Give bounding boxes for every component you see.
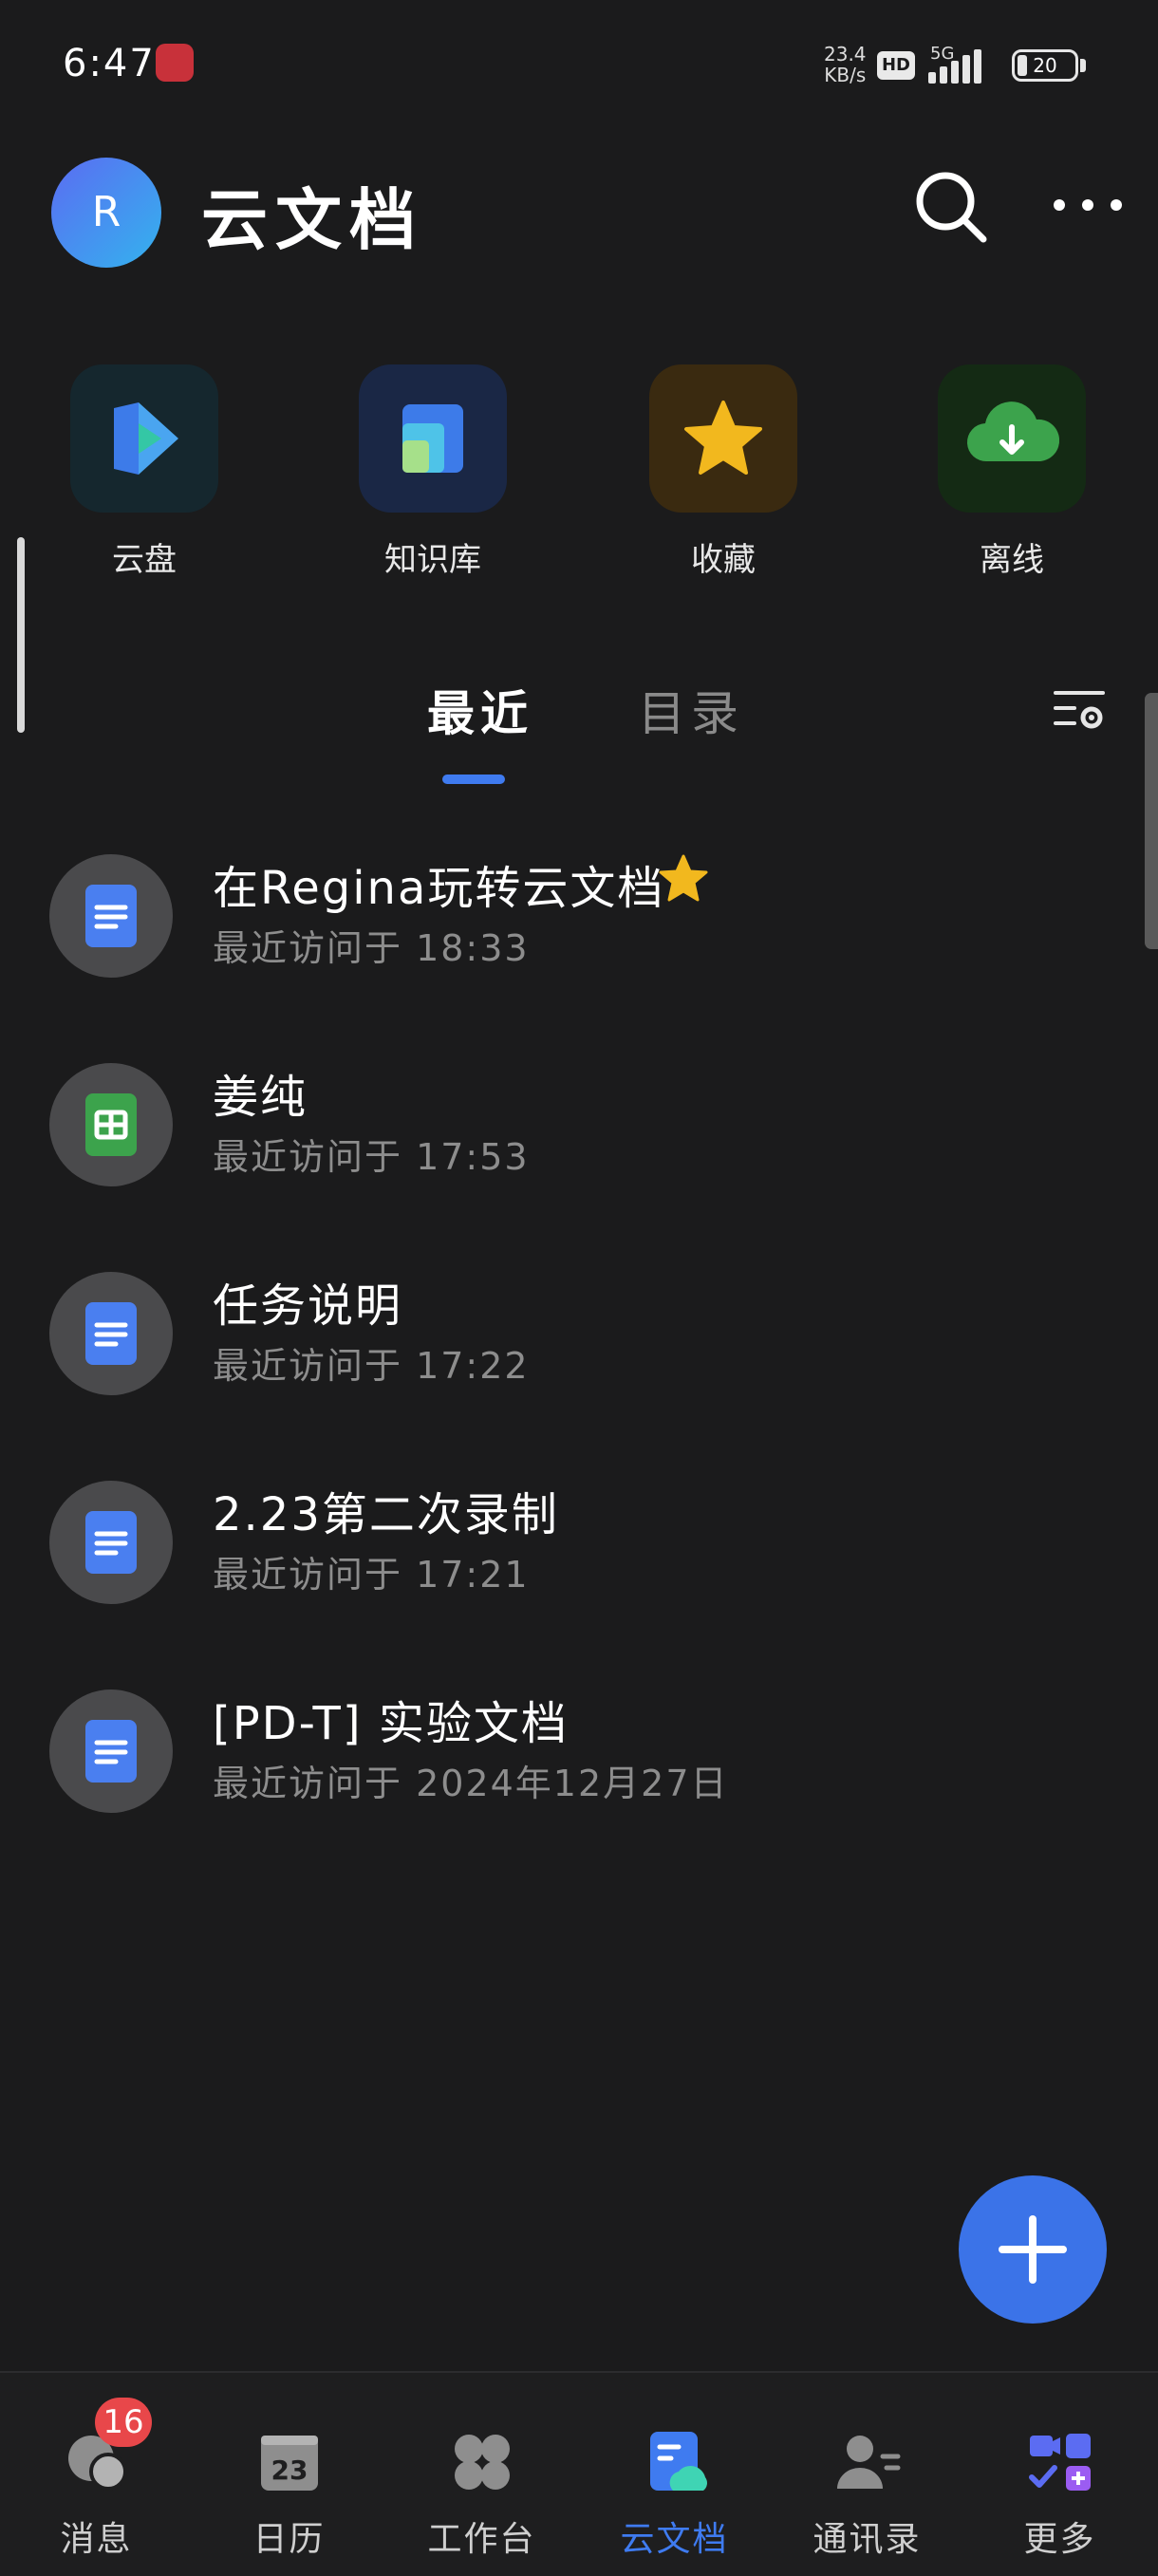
plus-icon (999, 2215, 1067, 2284)
page-title: 云文档 (201, 181, 423, 259)
cloud-doc-icon (649, 2432, 707, 2491)
list-item[interactable]: 2.23第二次录制 最近访问于 17:21 (0, 1464, 1158, 1653)
list-settings-icon (1054, 691, 1105, 729)
status-time: 6:47 (63, 42, 156, 85)
net-speed-value: 23.4 (824, 43, 867, 65)
quick-entry-cloud-drive[interactable]: 云盘 (68, 364, 220, 580)
nav-label: 通讯录 (812, 2520, 922, 2559)
net-speed: 23.4 KB/s (824, 44, 867, 85)
notification-app-icon (156, 44, 194, 82)
doc-avatar (49, 854, 173, 978)
doc-avatar (49, 1481, 173, 1604)
avatar[interactable]: R (51, 158, 161, 268)
nav-contacts[interactable]: 通讯录 (771, 2373, 963, 2576)
more-button[interactable] (1050, 186, 1126, 224)
doc-title: 姜纯 (213, 1071, 308, 1124)
quick-entry-favorites[interactable]: 收藏 (647, 364, 799, 580)
nav-calendar[interactable]: 23 日历 (193, 2373, 385, 2576)
nav-messages[interactable]: 16 消息 (0, 2373, 193, 2576)
battery-level: 20 (1033, 54, 1057, 77)
doc-visit-time: 最近访问于 17:22 (213, 1345, 530, 1387)
spreadsheet-icon (85, 1093, 137, 1156)
nav-workbench[interactable]: 工作台 (385, 2373, 578, 2576)
cloud-download-icon (966, 401, 1060, 462)
search-icon (916, 172, 987, 243)
network-type: 5G (930, 44, 955, 64)
more-apps-icon (1028, 2434, 1091, 2491)
offline-tile (938, 364, 1086, 513)
doc-visit-time: 最近访问于 17:21 (213, 1554, 530, 1596)
create-button[interactable] (959, 2175, 1107, 2324)
quick-entry-label: 离线 (980, 541, 1044, 579)
favorites-tile (649, 364, 797, 513)
doc-avatar (49, 1272, 173, 1395)
star-icon (684, 401, 762, 475)
knowledge-base-tile (359, 364, 507, 513)
nav-more[interactable]: 更多 (963, 2373, 1156, 2576)
quick-entry-offline[interactable]: 离线 (936, 364, 1088, 580)
document-icon (85, 1511, 137, 1574)
list-item[interactable]: 在Regina玩转云文档 最近访问于 18:33 (0, 837, 1158, 1027)
tab-underline (442, 775, 505, 784)
tab-directory[interactable]: 目录 (638, 676, 744, 744)
ellipsis-icon (1054, 199, 1122, 211)
workbench-icon (454, 2435, 510, 2490)
quick-entry-label: 云盘 (112, 541, 177, 579)
edge-indicator (17, 537, 25, 733)
net-speed-unit: KB/s (824, 64, 867, 86)
nav-label: 云文档 (620, 2520, 729, 2559)
nav-label: 更多 (1023, 2520, 1096, 2559)
cloud-drive-tile (70, 364, 218, 513)
quick-entry-label: 知识库 (384, 541, 481, 579)
nav-label: 消息 (60, 2520, 133, 2559)
quick-entry-label: 收藏 (691, 541, 756, 579)
doc-title: [PD-T] 实验文档 (213, 1697, 569, 1750)
calendar-date: 23 (271, 2455, 308, 2486)
document-icon (85, 1720, 137, 1783)
quick-entry-knowledge-base[interactable]: 知识库 (357, 364, 509, 580)
doc-visit-time: 最近访问于 18:33 (213, 927, 530, 969)
doc-visit-time: 最近访问于 17:53 (213, 1136, 530, 1178)
contacts-icon (836, 2436, 900, 2489)
nav-label: 工作台 (427, 2520, 536, 2559)
hd-icon: HD (877, 51, 915, 80)
unread-badge: 16 (95, 2398, 152, 2447)
nav-cloud-docs[interactable]: 云文档 (578, 2373, 771, 2576)
search-button[interactable] (911, 167, 991, 247)
sort-settings-button[interactable] (1054, 687, 1107, 735)
list-item[interactable]: [PD-T] 实验文档 最近访问于 2024年12月27日 (0, 1672, 1158, 1862)
knowledge-base-icon (402, 404, 463, 473)
doc-visit-time: 最近访问于 2024年12月27日 (213, 1763, 729, 1804)
starred-icon (659, 854, 708, 902)
document-icon (85, 885, 137, 947)
nav-label: 日历 (252, 2520, 326, 2559)
doc-title: 任务说明 (213, 1279, 403, 1333)
battery-tip (1080, 59, 1086, 72)
list-item[interactable]: 姜纯 最近访问于 17:53 (0, 1046, 1158, 1236)
cloud-drive-icon (114, 402, 178, 475)
doc-avatar (49, 1689, 173, 1813)
document-icon (85, 1302, 137, 1365)
list-item[interactable]: 任务说明 最近访问于 17:22 (0, 1255, 1158, 1445)
doc-avatar (49, 1063, 173, 1186)
bottom-nav: 16 消息 23 日历 工作台 云文档 通讯录 更多 (0, 2371, 1158, 2576)
doc-title: 在Regina玩转云文档 (213, 862, 665, 915)
battery-icon: 20 (1012, 49, 1078, 82)
calendar-icon: 23 (260, 2436, 318, 2491)
tab-recent[interactable]: 最近 (427, 676, 533, 744)
doc-title: 2.23第二次录制 (213, 1488, 559, 1541)
